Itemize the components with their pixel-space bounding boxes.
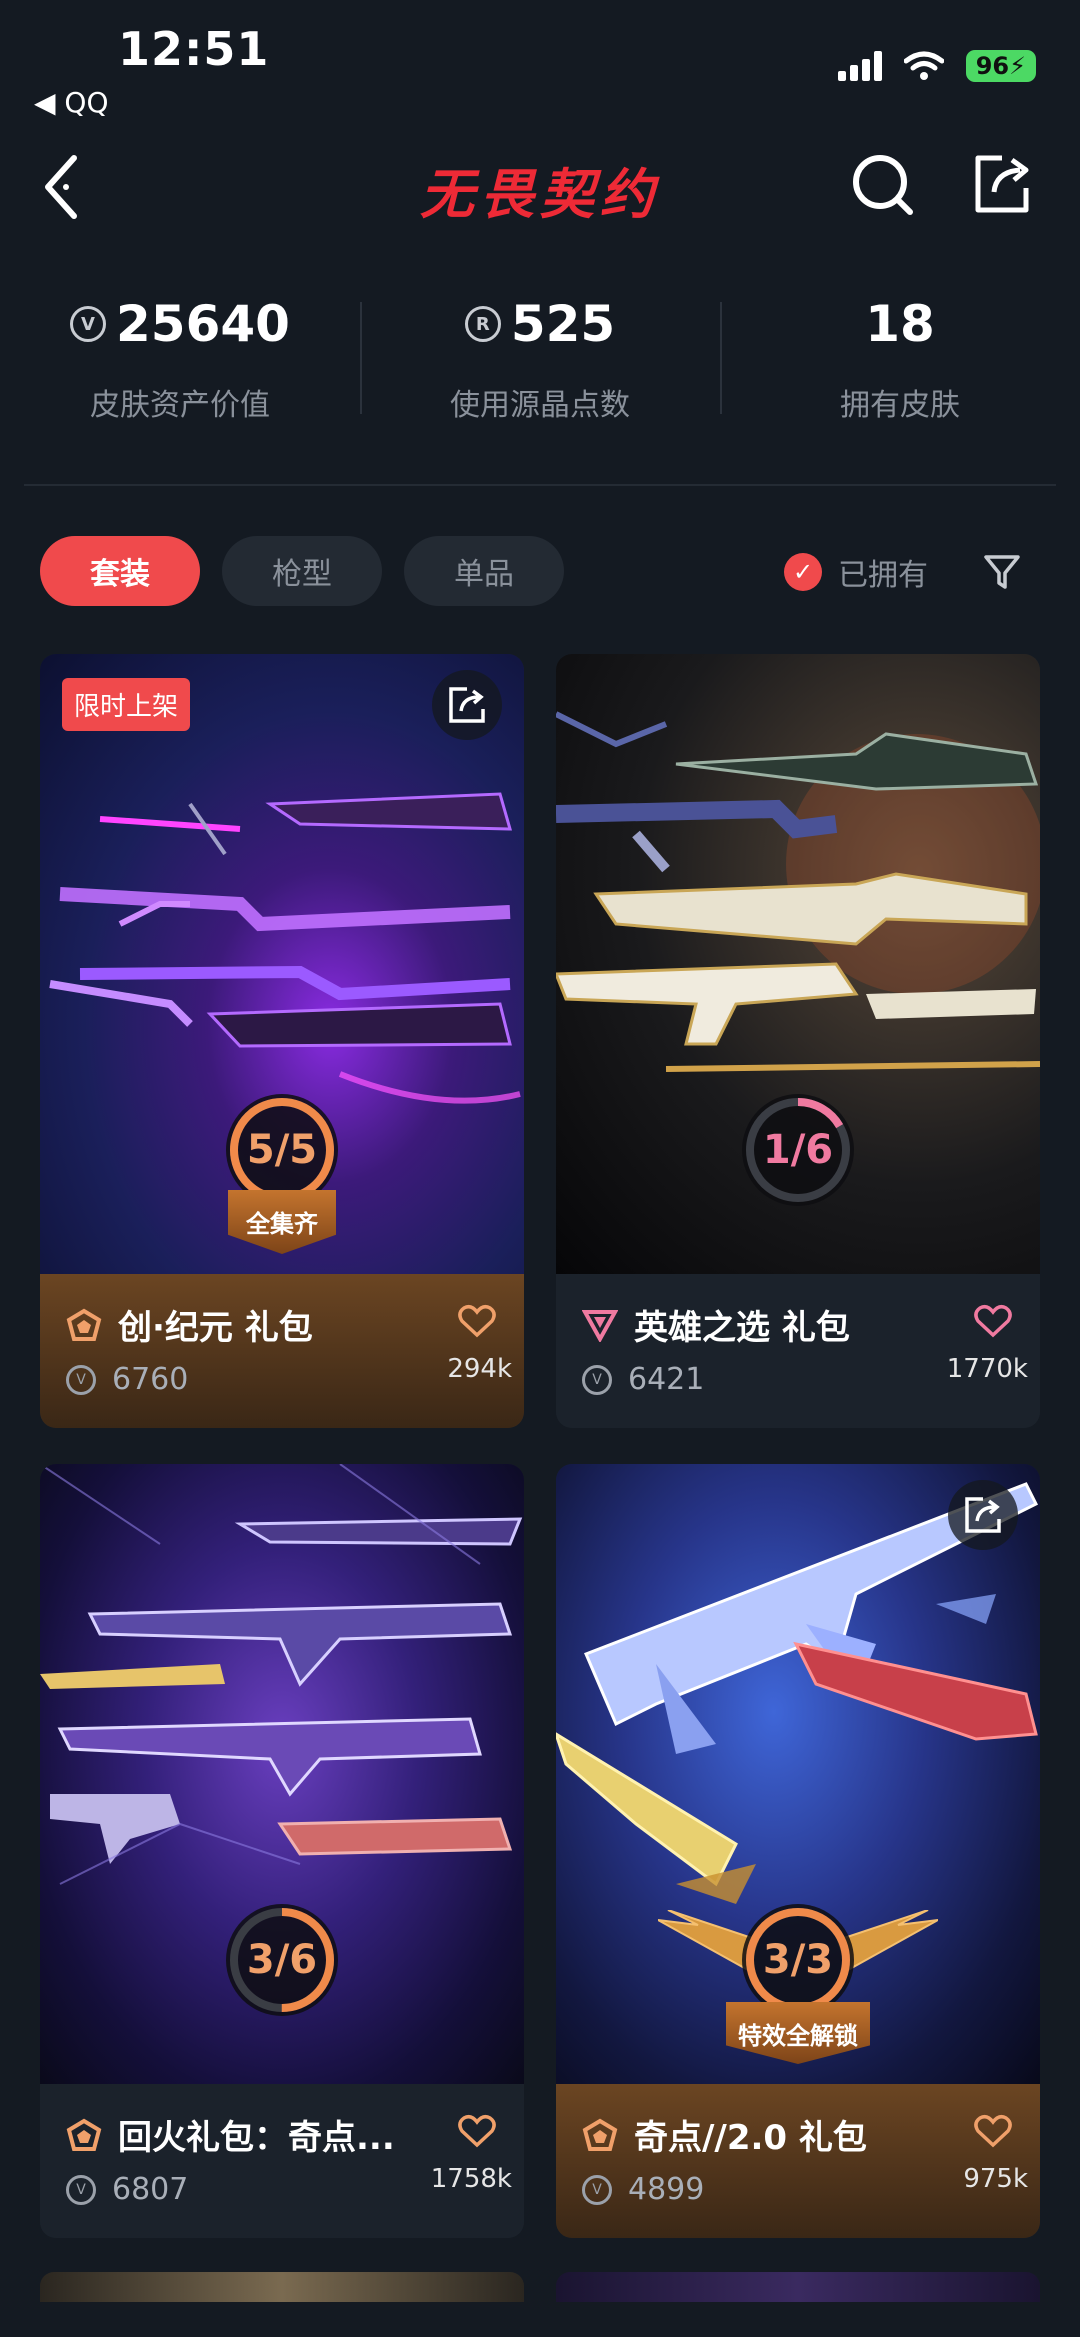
- bundle-price: 4899: [628, 2172, 705, 2207]
- stat-label: 皮肤资产价值: [90, 388, 270, 423]
- stat-label: 使用源晶点数: [450, 388, 630, 423]
- bundle-price-row: V 6760: [66, 1362, 188, 1397]
- bundle-name: 英雄之选 礼包: [634, 1308, 850, 1348]
- asset-stats: V 25640 皮肤资产价值 R 525 使用源晶点数 18 拥有皮肤: [0, 290, 1080, 424]
- bundle-info: 英雄之选 礼包 V 6421 1770k: [556, 1274, 1040, 1428]
- like-count: 294k: [447, 1354, 512, 1384]
- bundle-card-peek[interactable]: [556, 2272, 1040, 2302]
- bundle-card-peek[interactable]: [40, 2272, 524, 2302]
- tab-bundles[interactable]: 套装: [40, 536, 200, 606]
- like-count: 975k: [963, 2164, 1028, 2194]
- battery-level: 96: [975, 52, 1010, 80]
- bundle-info: 奇点//2.0 礼包 V 4899 975k: [556, 2084, 1040, 2238]
- stat-value: 25640: [116, 295, 290, 353]
- filter-icon[interactable]: [982, 552, 1022, 592]
- wifi-icon: [903, 51, 944, 80]
- bundle-card[interactable]: 3/3 特效全解锁 奇点//2.0 礼包 V 4899 975k: [556, 1464, 1040, 2238]
- stat-label: 拥有皮肤: [840, 388, 960, 423]
- stat-value: 525: [510, 295, 616, 353]
- status-back-app[interactable]: ◀ QQ: [34, 86, 109, 119]
- category-tabs: 套装 枪型 单品: [40, 536, 564, 606]
- cellular-signal-icon: [837, 51, 882, 81]
- bundle-name-row: 奇点//2.0 礼包: [582, 2110, 867, 2159]
- bundle-price-row: V 6807: [66, 2172, 188, 2207]
- like-count: 1758k: [430, 2164, 512, 2194]
- bundle-card[interactable]: 限时上架 5/5 全集齐 创·纪元 礼包 V 6760 294k: [40, 654, 524, 1428]
- share-icon[interactable]: [948, 1480, 1018, 1550]
- status-time: 12:51: [118, 22, 270, 76]
- bundle-name-row: 英雄之选 礼包: [582, 1300, 850, 1349]
- share-icon[interactable]: [432, 670, 502, 740]
- vp-coin-icon: V: [70, 306, 107, 342]
- tab-weapon-type[interactable]: 枪型: [222, 536, 382, 606]
- bundle-name: 奇点//2.0 礼包: [634, 2118, 867, 2158]
- gold-tier-icon: [582, 2118, 618, 2151]
- owned-label: 已拥有: [838, 558, 928, 593]
- search-icon[interactable]: [852, 152, 914, 218]
- progress-label: 1/6: [762, 1127, 834, 1173]
- bundle-price: 6421: [628, 1362, 705, 1397]
- vp-coin-icon: V: [582, 2174, 612, 2205]
- stat-owned-skins: 18 拥有皮肤: [720, 290, 1080, 424]
- gold-tier-icon: [66, 1308, 102, 1341]
- bundle-name: 创·纪元 礼包: [118, 1308, 313, 1348]
- bundle-price: 6760: [112, 1362, 189, 1397]
- vp-coin-icon: V: [66, 1364, 96, 1395]
- page-title: 无畏契约: [420, 163, 660, 226]
- bundle-name-row: 创·纪元 礼包: [66, 1300, 313, 1349]
- stat-radianite-points: R 525 使用源晶点数: [360, 290, 720, 424]
- stat-value: 18: [865, 295, 935, 353]
- battery-indicator: 96⚡: [965, 50, 1036, 82]
- heart-icon[interactable]: [974, 1304, 1012, 1338]
- radianite-icon: R: [464, 306, 501, 342]
- pink-tier-icon: [582, 1309, 618, 1342]
- status-indicators: 96⚡: [837, 50, 1036, 82]
- owned-toggle[interactable]: ✓ 已拥有: [784, 550, 928, 594]
- gold-tier-icon: [66, 2118, 102, 2151]
- checkmark-icon: ✓: [784, 553, 822, 591]
- vp-coin-icon: V: [66, 2174, 96, 2205]
- like-count: 1770k: [946, 1354, 1028, 1384]
- bundle-card[interactable]: 1/6 英雄之选 礼包 V 6421 1770k: [556, 654, 1040, 1428]
- tab-single-items[interactable]: 单品: [404, 536, 564, 606]
- heart-icon[interactable]: [974, 2114, 1012, 2148]
- heart-icon[interactable]: [458, 1304, 496, 1338]
- bundle-card[interactable]: 3/6 回火礼包：奇点... V 6807 1758k: [40, 1464, 524, 2238]
- bundle-info: 回火礼包：奇点... V 6807 1758k: [40, 2084, 524, 2238]
- bundle-price-row: V 4899: [582, 2172, 704, 2207]
- progress-label: 3/6: [246, 1937, 318, 1983]
- bundle-price-row: V 6421: [582, 1362, 704, 1397]
- vp-coin-icon: V: [582, 1364, 612, 1395]
- stat-skin-value: V 25640 皮肤资产价值: [0, 290, 360, 424]
- heart-icon[interactable]: [458, 2114, 496, 2148]
- share-icon[interactable]: [972, 152, 1032, 216]
- limited-badge: 限时上架: [62, 678, 191, 731]
- bundle-name: 回火礼包：奇点...: [118, 2118, 395, 2158]
- bundle-name-row: 回火礼包：奇点...: [66, 2110, 395, 2159]
- bundle-price: 6807: [112, 2172, 189, 2207]
- bundle-info: 创·纪元 礼包 V 6760 294k: [40, 1274, 524, 1428]
- divider: [24, 484, 1056, 486]
